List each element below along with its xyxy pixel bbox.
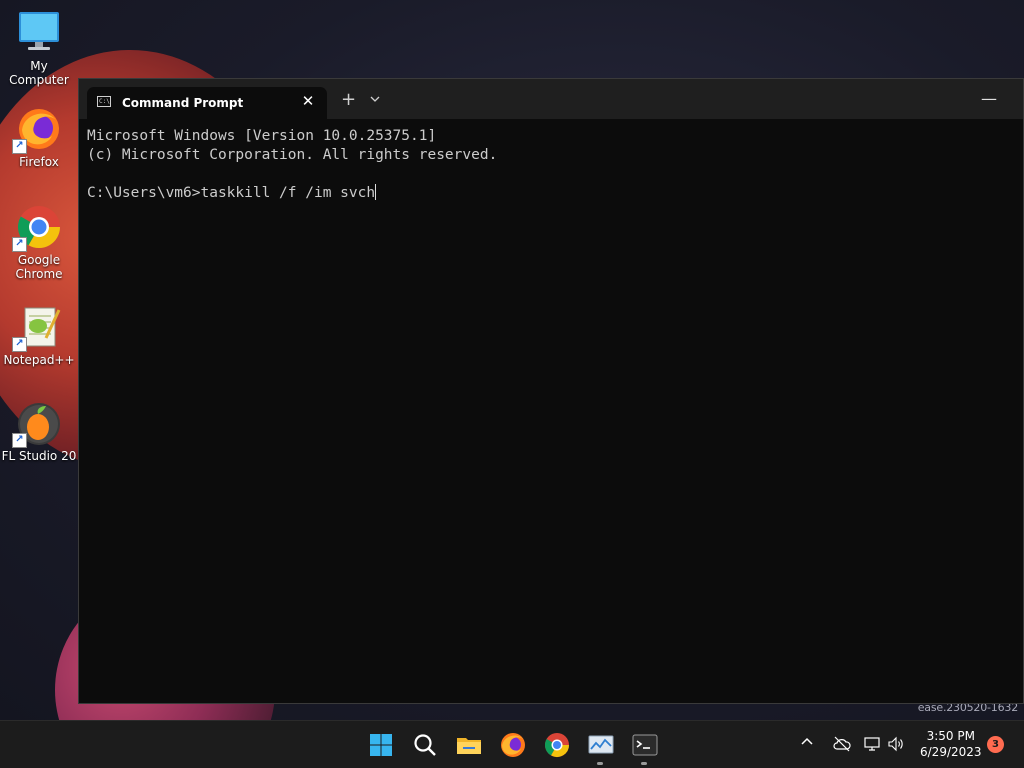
text-cursor — [375, 184, 377, 200]
tab-title: Command Prompt — [122, 96, 244, 110]
shortcut-arrow-icon: ↗ — [12, 139, 27, 154]
desktop-icon-label: FL Studio 20 — [1, 449, 77, 463]
running-indicator — [597, 762, 603, 765]
chrome-icon: ↗ — [12, 204, 62, 252]
desktop-icon-flstudio[interactable]: ↗ FL Studio 20 — [1, 400, 77, 463]
show-hidden-icons-button[interactable] — [800, 735, 814, 749]
console-line: Microsoft Windows [Version 10.0.25375.1] — [87, 128, 437, 144]
tab-dropdown-icon[interactable] — [369, 93, 381, 107]
running-indicator — [641, 762, 647, 765]
cloud-offline-icon[interactable] — [832, 734, 852, 754]
console-line: (c) Microsoft Corporation. All rights re… — [87, 147, 498, 163]
taskbar-file-explorer[interactable] — [455, 731, 483, 759]
shortcut-arrow-icon: ↗ — [12, 433, 27, 448]
desktop-icon-chrome[interactable]: ↗ Google Chrome — [1, 204, 77, 281]
taskbar-chrome[interactable] — [543, 731, 571, 759]
taskbar-clock[interactable]: 3:50 PM 6/29/2023 — [920, 728, 982, 760]
task-manager-icon — [587, 735, 615, 763]
search-button[interactable] — [411, 731, 439, 759]
chrome-icon — [543, 733, 571, 763]
close-tab-icon[interactable]: ✕ — [299, 92, 317, 110]
notepadpp-icon: ↗ — [12, 304, 62, 352]
clock-date: 6/29/2023 — [920, 745, 982, 759]
console-output[interactable]: Microsoft Windows [Version 10.0.25375.1]… — [87, 127, 497, 203]
tab-command-prompt[interactable]: C:\ Command Prompt ✕ — [87, 87, 327, 119]
folder-icon — [455, 738, 483, 763]
minimize-button[interactable]: — — [981, 89, 997, 108]
network-icon[interactable] — [862, 734, 882, 754]
command-prompt-icon: C:\ — [97, 96, 111, 107]
shortcut-arrow-icon: ↗ — [12, 237, 27, 252]
search-icon — [411, 734, 439, 763]
windows-start-icon — [367, 734, 395, 763]
firefox-icon — [499, 733, 527, 763]
start-button[interactable] — [367, 731, 395, 759]
taskbar-firefox[interactable] — [499, 731, 527, 759]
terminal-icon — [631, 734, 659, 763]
volume-icon[interactable] — [886, 734, 906, 754]
console-prompt-command: C:\Users\vm6>taskkill /f /im svch — [87, 185, 376, 201]
desktop-icon-label: Firefox — [19, 155, 59, 169]
taskbar-terminal[interactable] — [631, 731, 659, 765]
notification-badge[interactable]: 3 — [987, 736, 1004, 753]
taskbar: 3:50 PM 6/29/2023 3 — [0, 720, 1024, 768]
window-titlebar[interactable]: C:\ Command Prompt ✕ + — — [79, 79, 1023, 119]
taskbar-task-manager[interactable] — [587, 731, 615, 765]
desktop-icon-label: Google Chrome — [15, 253, 63, 281]
command-prompt-window[interactable]: C:\ Command Prompt ✕ + — Microsoft Windo… — [78, 78, 1024, 704]
new-tab-button[interactable]: + — [341, 91, 356, 109]
desktop-icon-my-computer[interactable]: My Computer — [1, 10, 77, 87]
desktop-icon-notepadpp[interactable]: ↗ Notepad++ — [1, 304, 77, 367]
clock-time: 3:50 PM — [926, 729, 975, 743]
desktop-icon-firefox[interactable]: ↗ Firefox — [1, 106, 77, 169]
desktop-icon-label: My Computer — [9, 59, 69, 87]
flstudio-icon: ↗ — [12, 400, 62, 448]
shortcut-arrow-icon: ↗ — [12, 337, 27, 352]
console-input-line[interactable]: C:\Users\vm6>taskkill /f /im svch — [87, 184, 497, 203]
monitor-icon — [16, 10, 62, 56]
desktop-icon-label: Notepad++ — [3, 353, 75, 367]
firefox-icon: ↗ — [12, 106, 62, 154]
